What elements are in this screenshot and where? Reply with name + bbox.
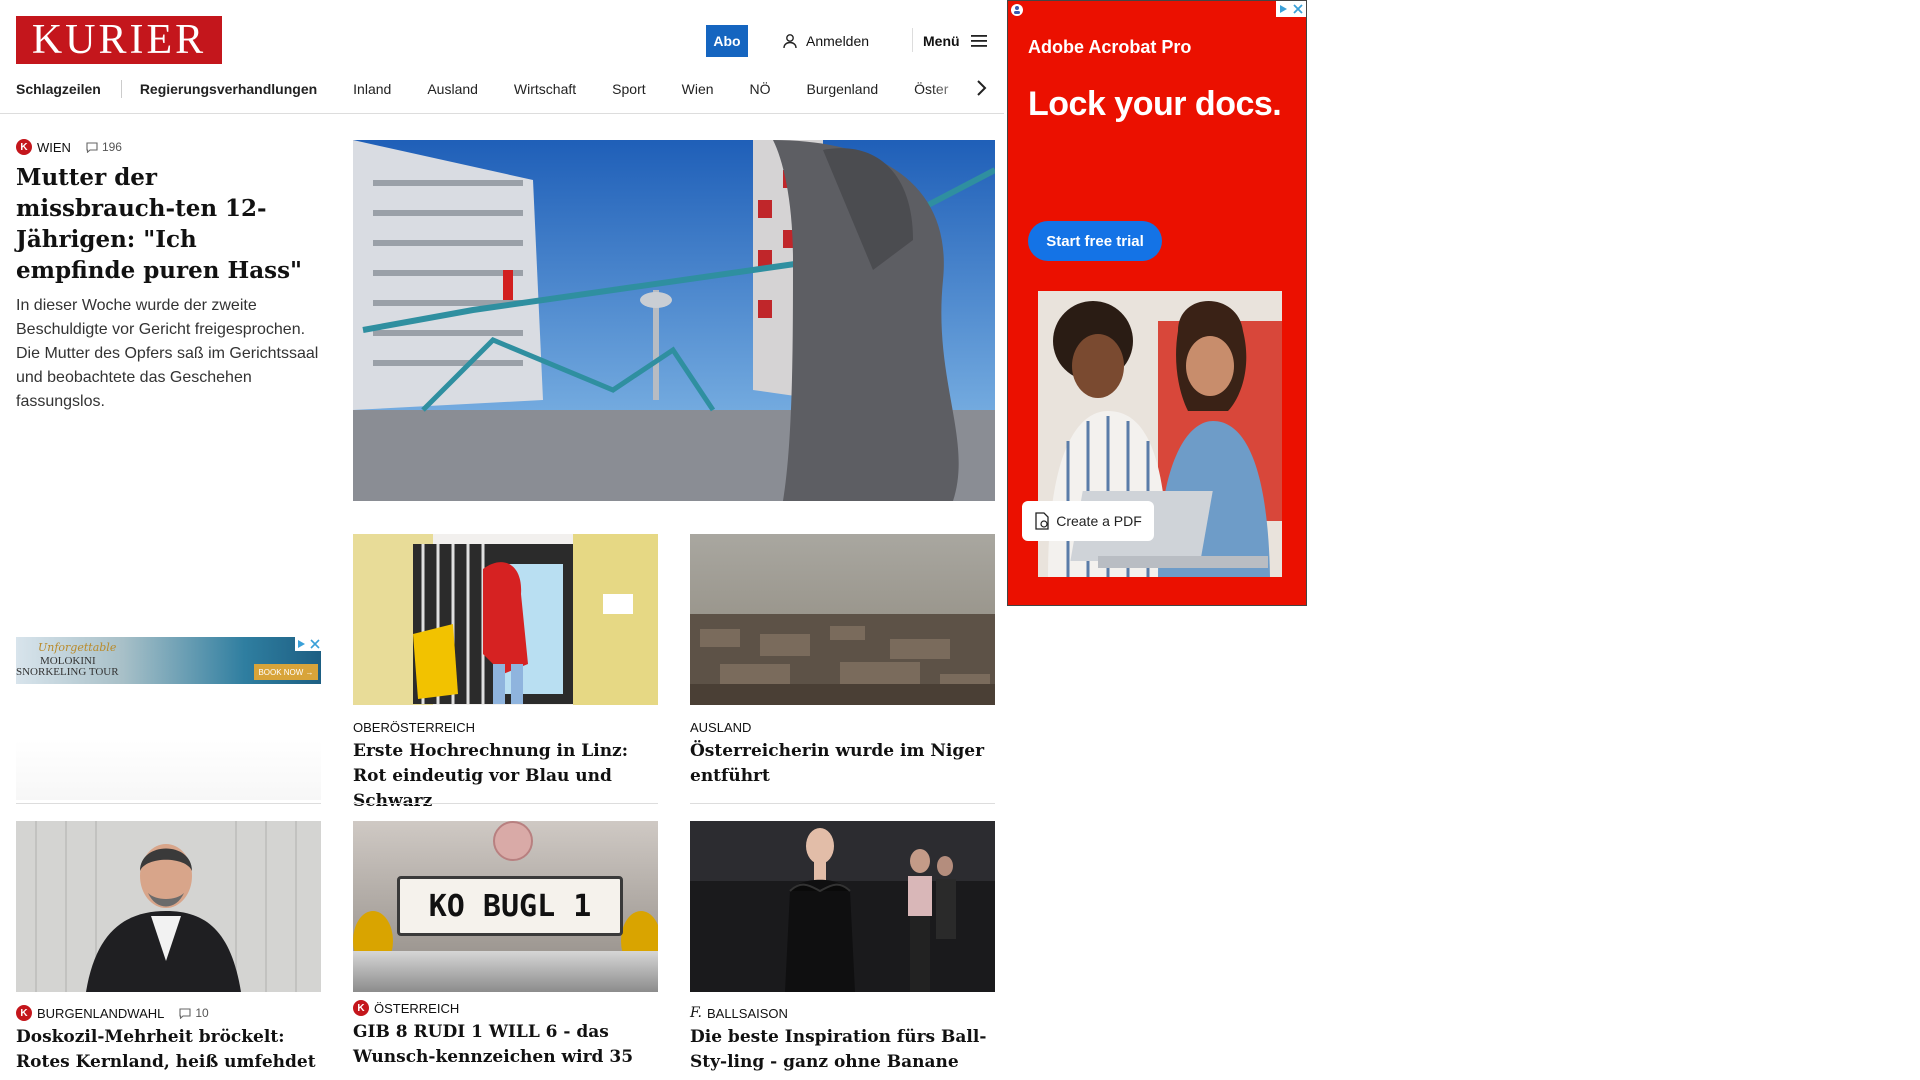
bottom-article-2-image[interactable]: KO BUGL 1 (353, 821, 658, 992)
nav-item-ausland[interactable]: Ausland (427, 81, 478, 97)
user-icon (783, 34, 797, 49)
abo-button[interactable]: Abo (706, 25, 748, 57)
bottom-article-1-comments-count: 10 (195, 1006, 209, 1020)
mid-article-2-headline[interactable]: Österreicherin wurde im Niger entführt (690, 739, 995, 789)
nav-item-regierungsverhandlungen[interactable]: Regierungsverhandlungen (140, 81, 317, 97)
nav-item-burgenland[interactable]: Burgenland (807, 81, 879, 97)
lead-image[interactable] (353, 140, 995, 501)
column-divider (690, 803, 995, 804)
bottom-article-1-comments[interactable]: 10 (179, 1006, 209, 1020)
menu-button[interactable]: Menü (923, 30, 988, 52)
nav-item-noe[interactable]: NÖ (750, 81, 771, 97)
mid-article-1[interactable]: OBERÖSTERREICH Erste Hochrechnung in Lin… (353, 534, 658, 814)
bottom-article-3-kicker-label: BALLSAISON (706, 1005, 788, 1021)
bottom-article-2-headline[interactable]: GIB 8 RUDI 1 WILL 6 - das Wunsch-kennzei… (353, 1020, 658, 1070)
bottom-article-1[interactable]: K BURGENLANDWAHL 10 Doskozil-Mehrheit br… (16, 821, 321, 1075)
bottom-article-1-kicker-label: BURGENLANDWAHL (37, 1005, 165, 1021)
lead-comments-count: 196 (101, 140, 122, 154)
bottom-article-1-kicker[interactable]: K BURGENLANDWAHL 10 (16, 1005, 321, 1021)
adchoices-icon[interactable] (295, 637, 308, 651)
vw-logo (493, 821, 533, 861)
mid-article-1-kicker[interactable]: OBERÖSTERREICH (353, 720, 658, 735)
comment-icon (179, 1007, 191, 1019)
bottom-article-3-kicker[interactable]: f. BALLSAISON (690, 1005, 995, 1021)
bottom-article-2[interactable]: KO BUGL 1 K ÖSTERREICH GIB 8 RUDI 1 WILL… (353, 821, 658, 1070)
lead-teaser: In dieser Woche wurde der zweite Beschul… (16, 297, 319, 410)
bottom-article-3[interactable]: f. BALLSAISON Die beste Inspiration fürs… (690, 821, 995, 1075)
ad-info-icon[interactable] (1010, 3, 1024, 17)
small-ad-banner[interactable]: Unforgettable MOLOKINI SNORKELING TOUR B… (16, 637, 321, 684)
small-ad-line1: Unforgettable (38, 641, 117, 654)
bottom-article-2-kicker-label: ÖSTERREICH (374, 1000, 460, 1016)
f-icon: f. (690, 1005, 702, 1021)
start-free-trial-button[interactable]: Start free trial (1028, 221, 1162, 261)
adobe-ad[interactable]: Adobe Acrobat Pro Lock your docs. Start … (1007, 0, 1307, 606)
lead-headline[interactable]: Mutter der missbrauch-ten 12-Jährigen: "… (16, 162, 321, 286)
close-icon[interactable] (309, 637, 321, 651)
bottom-article-2-kicker[interactable]: K ÖSTERREICH (353, 1000, 658, 1016)
chevron-right-icon[interactable] (974, 78, 988, 98)
kurier-plus-icon: K (353, 1000, 369, 1016)
mid-article-2-kicker-label: AUSLAND (690, 720, 752, 735)
create-pdf-button[interactable]: Create a PDF (1022, 501, 1154, 541)
ad-title: Lock your docs. (1028, 85, 1282, 123)
mid-article-2-image[interactable] (690, 534, 995, 705)
small-ad-cta[interactable]: BOOK NOW → (254, 664, 318, 680)
mid-article-2-kicker[interactable]: AUSLAND (690, 720, 995, 735)
hamburger-icon (970, 35, 987, 47)
header-bottom-border (0, 113, 1004, 114)
bottom-article-3-headline[interactable]: Die beste Inspiration fürs Ball-Sty-ling… (690, 1025, 995, 1075)
lead-article[interactable]: K WIEN 196 Mutter der missbrauch-ten 12-… (16, 139, 321, 414)
nav-item-inland[interactable]: Inland (353, 81, 391, 97)
adchoices-icon[interactable] (1276, 1, 1291, 17)
bottom-article-3-image[interactable] (690, 821, 995, 992)
login-label: Anmelden (806, 33, 870, 49)
close-icon[interactable] (1291, 1, 1306, 17)
ad-brand: Adobe Acrobat Pro (1028, 37, 1192, 57)
nav-item-schlagzeilen[interactable]: Schlagzeilen (16, 81, 101, 97)
bottom-article-1-image[interactable] (16, 821, 321, 992)
column-divider (16, 803, 321, 804)
lead-kicker-label: WIEN (37, 139, 71, 155)
mid-article-1-image[interactable] (353, 534, 658, 705)
lead-kicker[interactable]: K WIEN 196 (16, 139, 321, 155)
nav-item-sport[interactable]: Sport (612, 81, 645, 97)
small-ad-line3: SNORKELING TOUR (16, 666, 119, 678)
pdf-file-icon (1035, 512, 1049, 530)
comment-icon (86, 141, 98, 153)
kurier-logo[interactable]: KURIER (16, 16, 222, 64)
lead-comments[interactable]: 196 (86, 140, 122, 154)
bumper (353, 951, 658, 992)
create-pdf-label: Create a PDF (1056, 513, 1142, 529)
license-plate: KO BUGL 1 (397, 876, 623, 936)
ad-placeholder (16, 740, 321, 800)
column-divider (353, 803, 658, 804)
header-divider (912, 28, 913, 52)
mid-article-2[interactable]: AUSLAND Österreicherin wurde im Niger en… (690, 534, 995, 789)
adchoices-controls[interactable] (1276, 1, 1306, 17)
kurier-plus-icon: K (16, 139, 32, 155)
adchoices-controls[interactable] (295, 637, 321, 651)
bottom-article-1-headline[interactable]: Doskozil-Mehrheit bröckelt: Rotes Kernla… (16, 1025, 321, 1075)
section-nav: Schlagzeilen Regierungsverhandlungen Inl… (16, 78, 990, 100)
nav-separator (120, 80, 122, 98)
mid-article-1-kicker-label: OBERÖSTERREICH (353, 720, 476, 735)
menu-label: Menü (923, 33, 960, 49)
kurier-plus-icon: K (16, 1005, 32, 1021)
nav-item-wirtschaft[interactable]: Wirtschaft (514, 81, 576, 97)
login-button[interactable]: Anmelden (782, 30, 869, 52)
nav-item-wien[interactable]: Wien (682, 81, 714, 97)
